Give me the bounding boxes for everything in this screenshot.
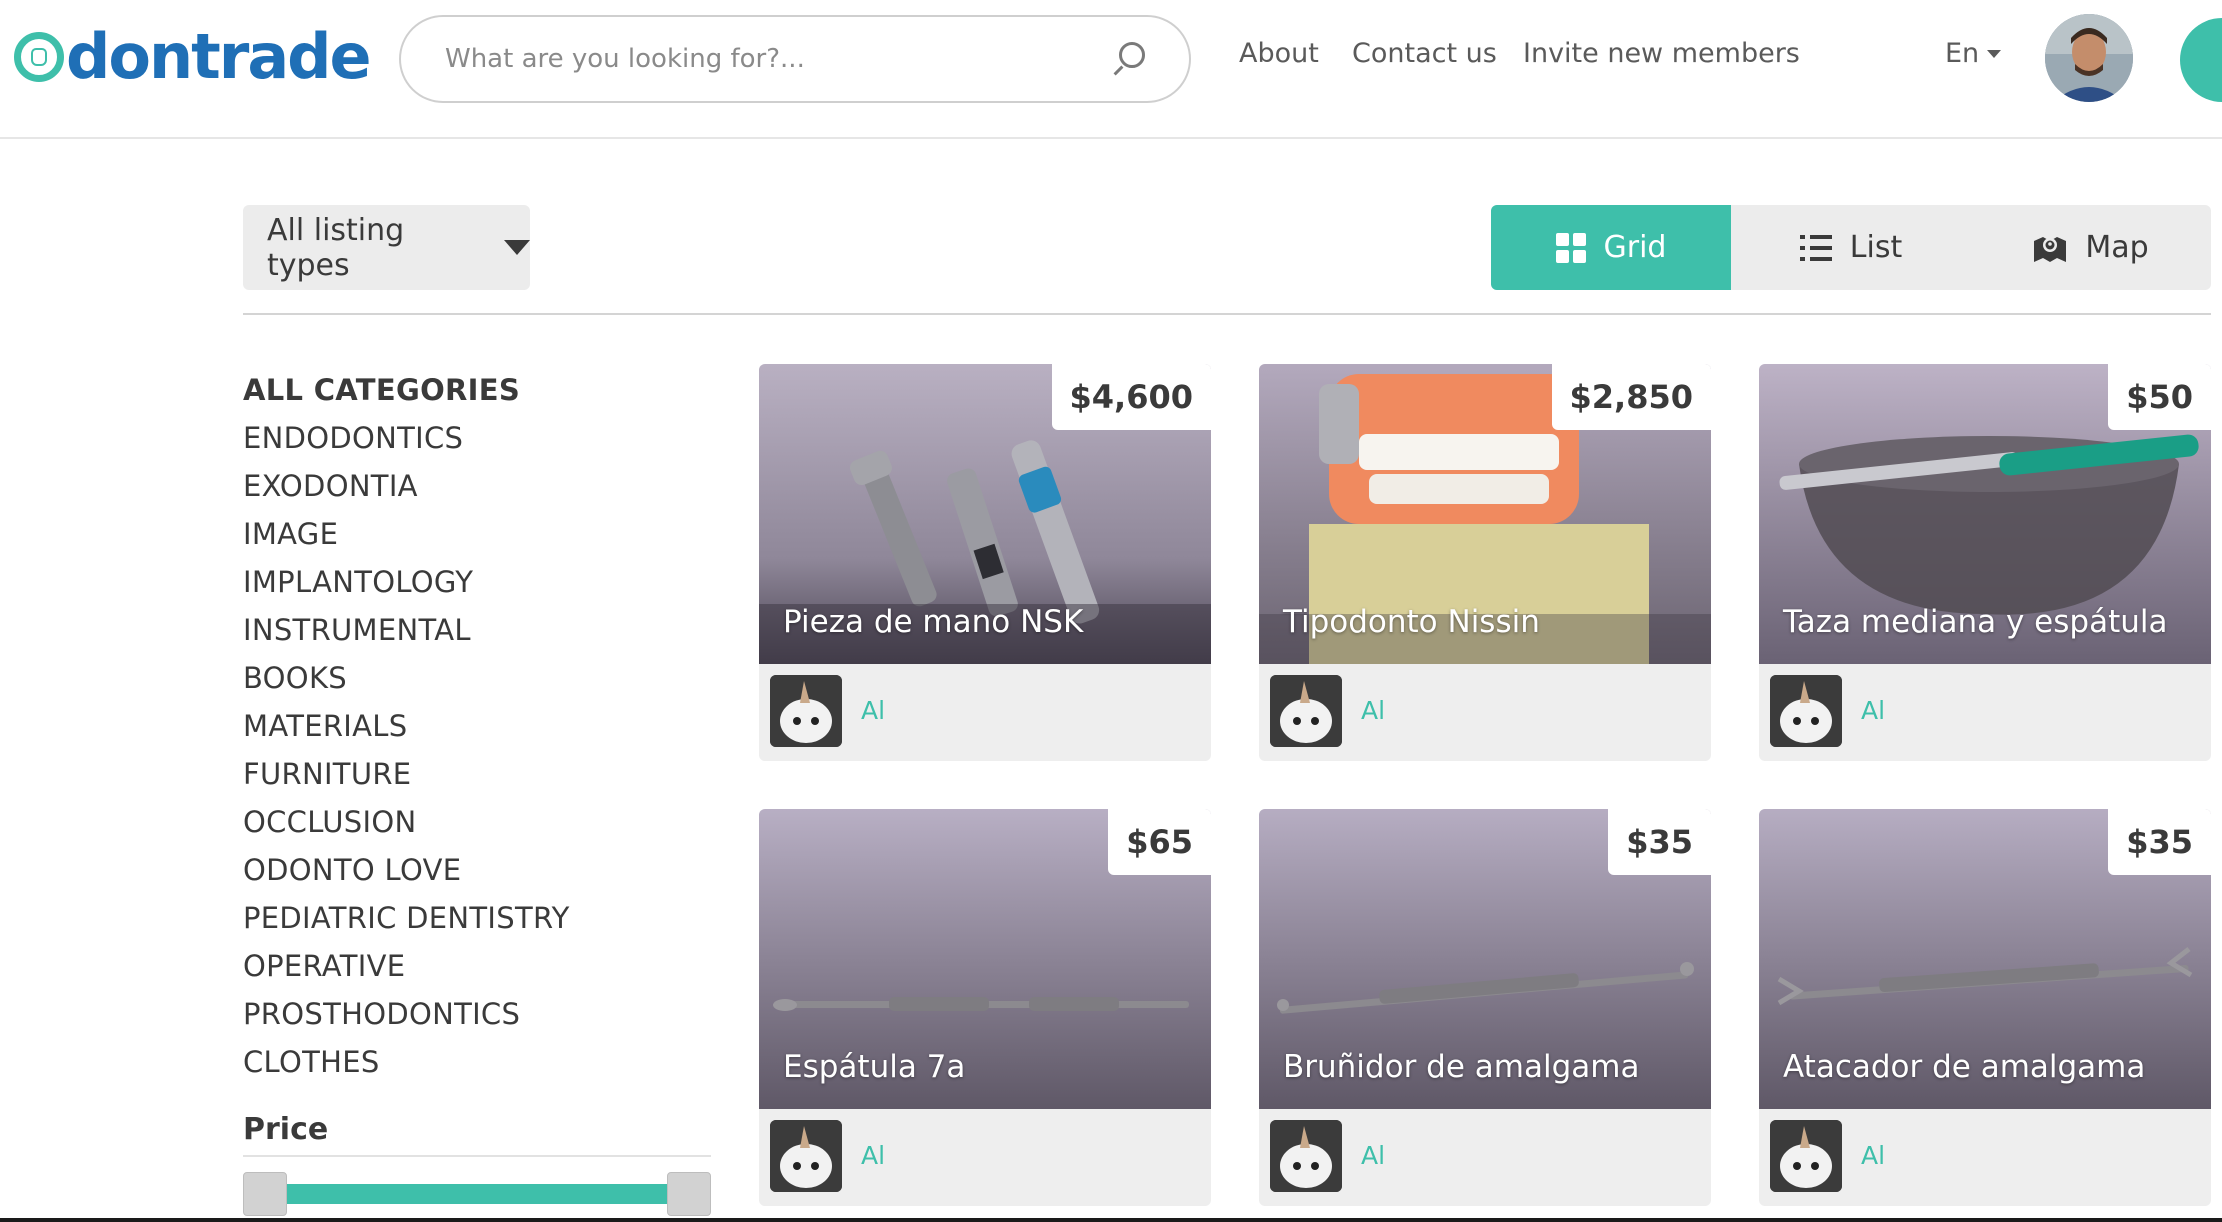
seller-avatar[interactable] (770, 1120, 842, 1192)
seller-name[interactable]: Al (1361, 1141, 1385, 1170)
tooth-logo-icon (14, 32, 64, 82)
category-materials[interactable]: MATERIALS (243, 702, 570, 750)
nav-link-contact-us[interactable]: Contact us (1352, 38, 1497, 69)
price-range-track (263, 1184, 691, 1204)
search-input[interactable]: What are you looking for?... (399, 15, 1191, 103)
category-clothes[interactable]: CLOTHES (243, 1038, 570, 1086)
chevron-down-icon (1987, 49, 2002, 58)
listing-price: $35 (1608, 809, 1711, 875)
listing-types-label: All listing types (267, 212, 405, 283)
triangle-down-icon (504, 240, 530, 255)
listing-title: Atacador de amalgama (1783, 1049, 2146, 1085)
listing-price: $4,600 (1051, 364, 1211, 430)
seller-avatar[interactable] (1770, 675, 1842, 747)
toolbar-divider (243, 313, 2211, 315)
listing-photo[interactable]: Espátula 7a $65 (759, 809, 1211, 1109)
seller-avatar[interactable] (770, 675, 842, 747)
sign-up-button-edge[interactable] (2180, 18, 2222, 102)
listing-seller: Al (1759, 1109, 2211, 1206)
listing-card[interactable]: Bruñidor de amalgama $35 Al (1259, 809, 1711, 1206)
site-header: dontrade What are you looking for?... Ab… (0, 0, 2222, 139)
listing-price: $65 (1108, 809, 1211, 875)
price-divider (243, 1155, 711, 1157)
category-operative[interactable]: OPERATIVE (243, 942, 570, 990)
map-pin-icon (2033, 233, 2067, 263)
list-icon (1800, 235, 1832, 261)
listing-photo[interactable]: Atacador de amalgama $35 (1759, 809, 2211, 1109)
nav-link-invite-members[interactable]: Invite new members (1523, 38, 1800, 69)
listing-title: Espátula 7a (783, 1049, 966, 1085)
seller-name[interactable]: Al (1361, 696, 1385, 725)
listing-card[interactable]: Espátula 7a $65 Al (759, 809, 1211, 1206)
grid-icon (1555, 232, 1586, 263)
seller-avatar[interactable] (1270, 1120, 1342, 1192)
map-view-label: Map (2085, 230, 2149, 265)
search-icon[interactable] (1111, 42, 1145, 76)
site-logo[interactable]: dontrade (14, 20, 372, 93)
category-implantology[interactable]: IMPLANTOLOGY (243, 558, 570, 606)
price-range-slider[interactable] (243, 1168, 711, 1216)
listing-title: Tipodonto Nissin (1283, 604, 1540, 640)
price-filter-title: Price (243, 1112, 329, 1147)
listing-title: Pieza de mano NSK (783, 604, 1084, 640)
category-odonto-love[interactable]: ODONTO LOVE (243, 846, 570, 894)
view-switcher: Grid List Map (1491, 205, 2211, 290)
language-label: En (1945, 38, 1980, 69)
listing-photo[interactable]: Taza mediana y espátula $50 (1759, 364, 2211, 664)
logo-wordmark: dontrade (66, 20, 372, 93)
seller-name[interactable]: Al (1861, 696, 1885, 725)
seller-avatar[interactable] (1770, 1120, 1842, 1192)
grid-view-button[interactable]: Grid (1491, 205, 1731, 290)
category-pediatric-dentistry[interactable]: PEDIATRIC DENTISTRY (243, 894, 570, 942)
category-all[interactable]: ALL CATEGORIES (243, 366, 570, 414)
listing-photo[interactable]: Tipodonto Nissin $2,850 (1259, 364, 1711, 664)
seller-avatar[interactable] (1270, 675, 1342, 747)
seller-name[interactable]: Al (861, 1141, 885, 1170)
listing-title: Bruñidor de amalgama (1283, 1049, 1640, 1085)
category-image[interactable]: IMAGE (243, 510, 570, 558)
list-view-label: List (1849, 230, 1903, 265)
language-selector[interactable]: En (1945, 38, 2002, 69)
price-max-handle[interactable] (667, 1172, 711, 1216)
category-exodontia[interactable]: EXODONTIA (243, 462, 570, 510)
listing-types-dropdown[interactable]: All listing types (243, 205, 530, 290)
grid-view-label: Grid (1603, 230, 1667, 265)
listing-photo[interactable]: Pieza de mano NSK $4,600 (759, 364, 1211, 664)
listing-seller: Al (1259, 664, 1711, 761)
category-furniture[interactable]: FURNITURE (243, 750, 570, 798)
listing-card[interactable]: Pieza de mano NSK $4,600 Al (759, 364, 1211, 761)
seller-name[interactable]: Al (861, 696, 885, 725)
user-avatar[interactable] (2045, 14, 2133, 102)
search-placeholder: What are you looking for?... (445, 44, 805, 74)
listing-seller: Al (1259, 1109, 1711, 1206)
category-instrumental[interactable]: INSTRUMENTAL (243, 606, 570, 654)
seller-name[interactable]: Al (1861, 1141, 1885, 1170)
map-view-button[interactable]: Map (1971, 205, 2211, 290)
listing-price: $50 (2108, 364, 2211, 430)
nav-link-about[interactable]: About (1239, 38, 1319, 69)
listing-seller: Al (1759, 664, 2211, 761)
listing-seller: Al (759, 1109, 1211, 1206)
listing-title: Taza mediana y espátula (1783, 604, 2168, 640)
category-endodontics[interactable]: ENDODONTICS (243, 414, 570, 462)
category-list: ALL CATEGORIES ENDODONTICS EXODONTIA IMA… (243, 366, 570, 1086)
listing-price: $35 (2108, 809, 2211, 875)
listing-card[interactable]: Tipodonto Nissin $2,850 Al (1259, 364, 1711, 761)
listing-photo[interactable]: Bruñidor de amalgama $35 (1259, 809, 1711, 1109)
listing-seller: Al (759, 664, 1211, 761)
category-books[interactable]: BOOKS (243, 654, 570, 702)
window-bottom-edge (0, 1218, 2222, 1222)
listing-price: $2,850 (1551, 364, 1711, 430)
listing-card[interactable]: Taza mediana y espátula $50 Al (1759, 364, 2211, 761)
list-view-button[interactable]: List (1731, 205, 1971, 290)
listing-card[interactable]: Atacador de amalgama $35 Al (1759, 809, 2211, 1206)
category-occlusion[interactable]: OCCLUSION (243, 798, 570, 846)
category-prosthodontics[interactable]: PROSTHODONTICS (243, 990, 570, 1038)
price-min-handle[interactable] (243, 1172, 287, 1216)
